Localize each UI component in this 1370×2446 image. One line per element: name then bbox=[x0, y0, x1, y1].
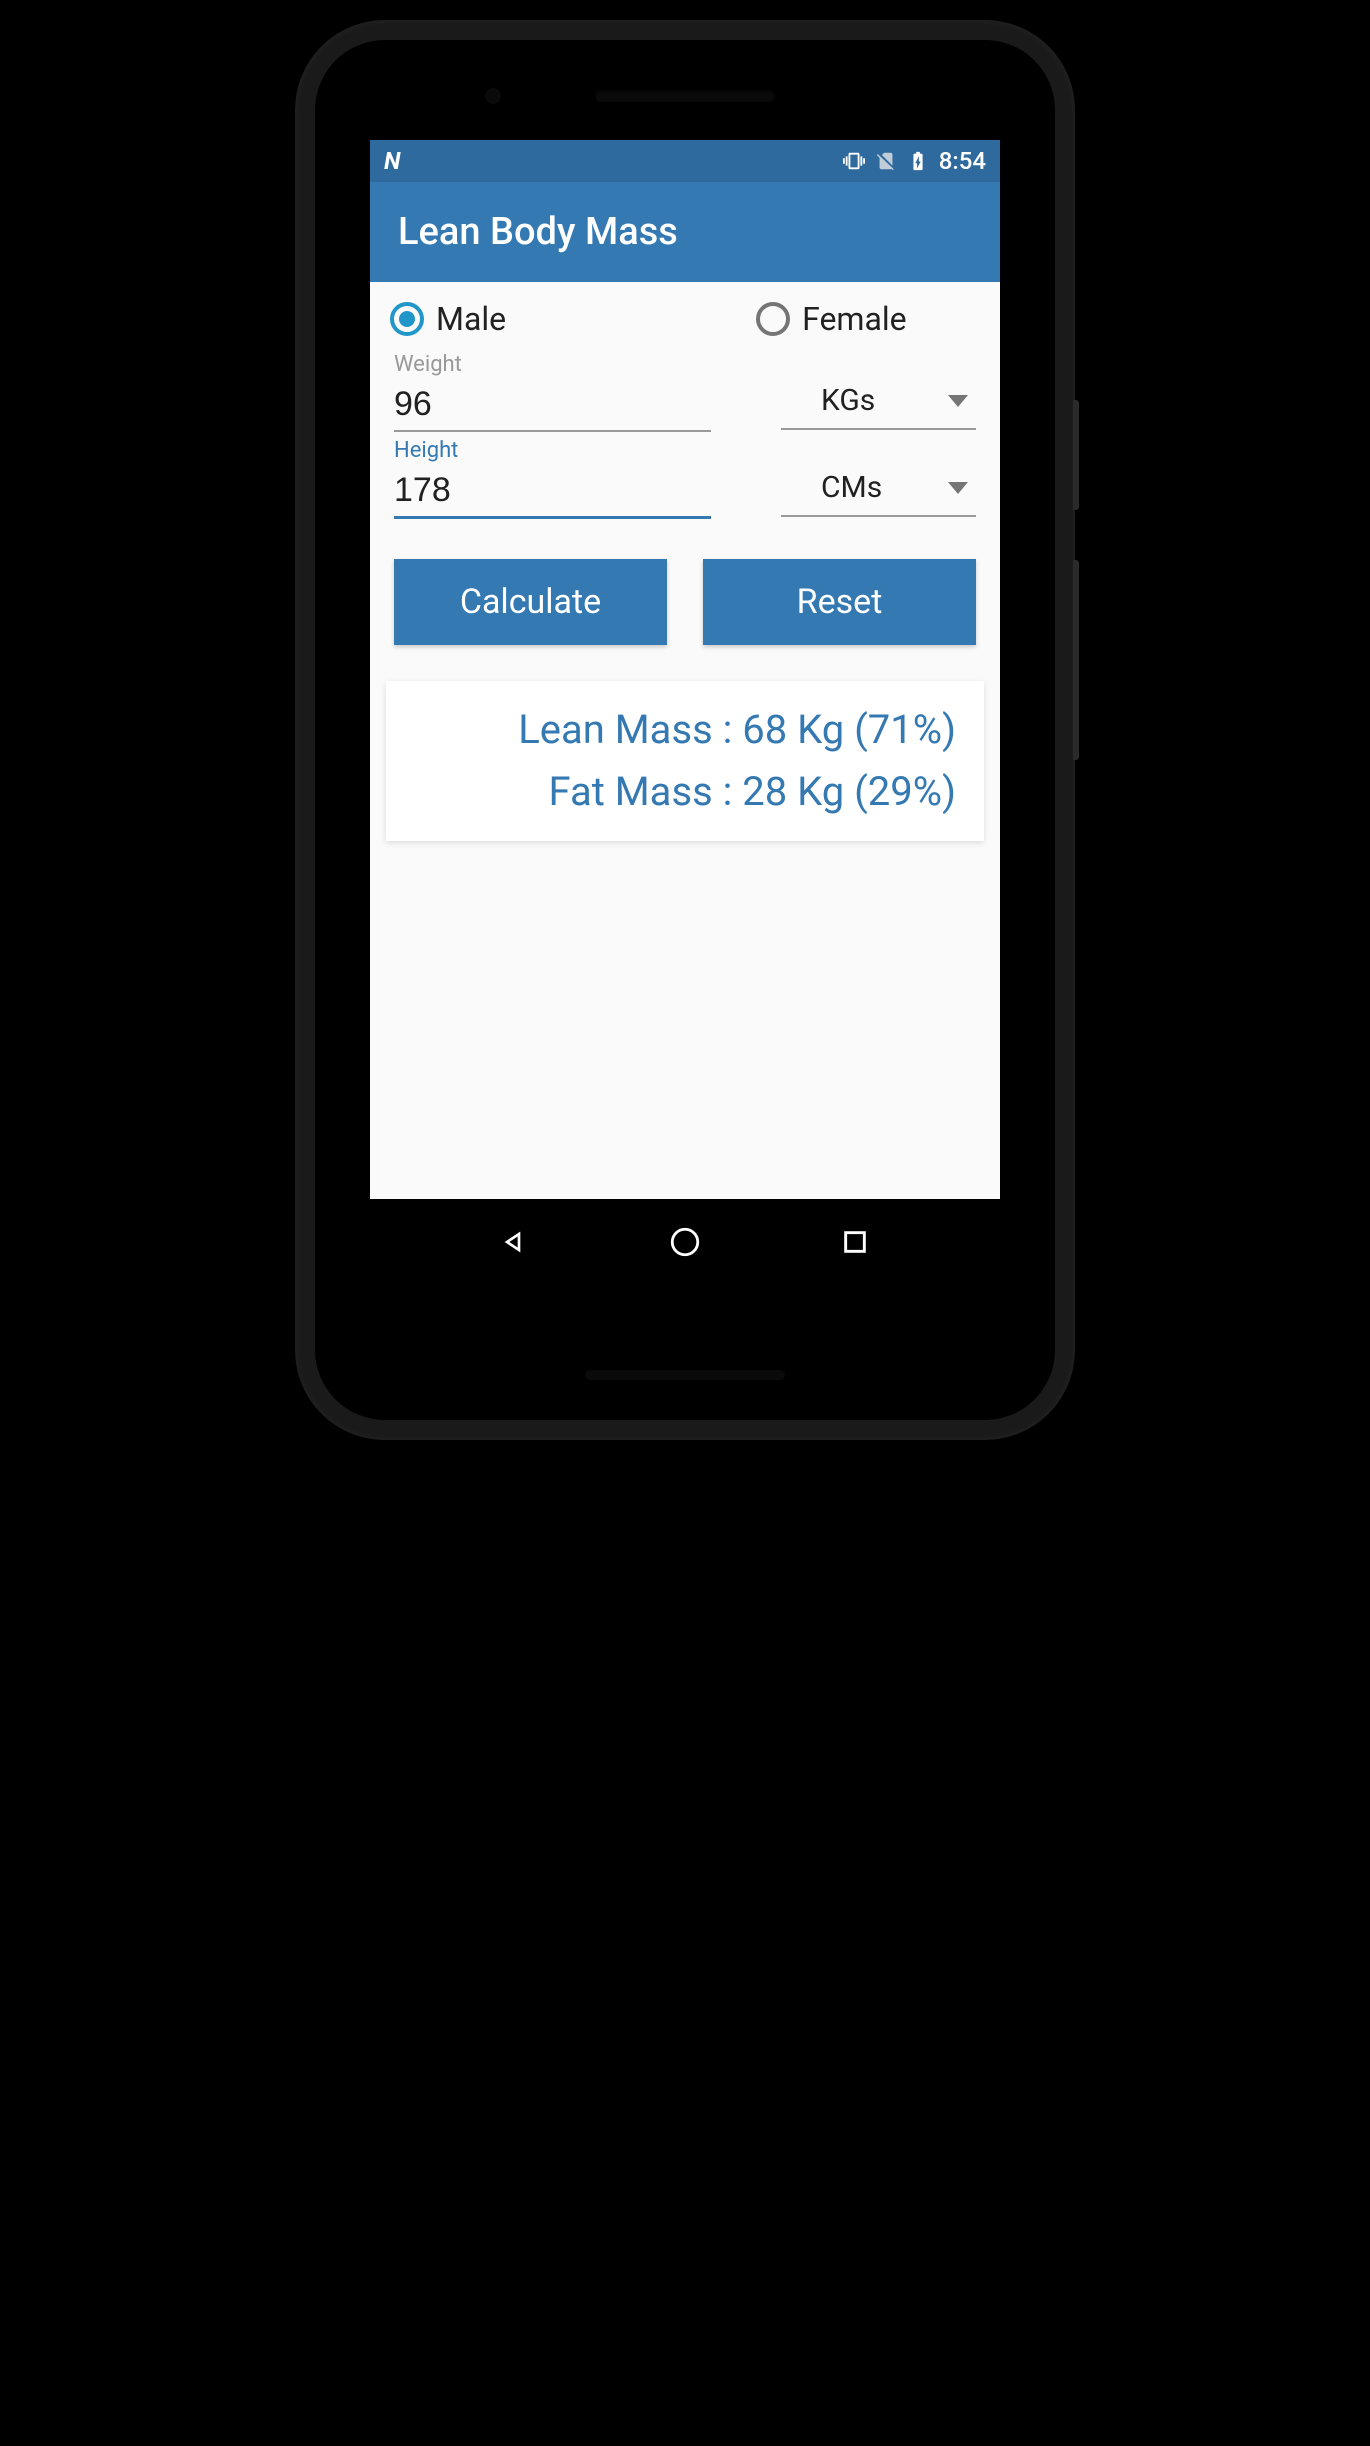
radio-selected-icon bbox=[390, 302, 424, 336]
nav-home-button[interactable] bbox=[666, 1223, 704, 1261]
app-title: Lean Body Mass bbox=[398, 210, 678, 254]
android-n-icon: N bbox=[384, 147, 400, 175]
content-area: Male Female Weight KGs bbox=[370, 282, 1000, 859]
height-unit-dropdown[interactable]: CMs bbox=[781, 464, 976, 517]
weight-input[interactable] bbox=[394, 379, 711, 432]
weight-row: Weight KGs bbox=[386, 352, 984, 432]
weight-unit-dropdown[interactable]: KGs bbox=[781, 377, 976, 430]
battery-charging-icon bbox=[907, 150, 929, 172]
button-row: Calculate Reset bbox=[386, 559, 984, 645]
nav-back-button[interactable] bbox=[496, 1223, 534, 1261]
phone-camera bbox=[485, 88, 501, 104]
vibrate-icon bbox=[843, 150, 865, 172]
height-label: Height bbox=[394, 438, 711, 463]
status-bar: N 8:54 bbox=[370, 140, 1000, 182]
radio-male-label: Male bbox=[436, 300, 506, 338]
height-input[interactable] bbox=[394, 465, 711, 519]
fat-mass-result: Fat Mass : 28 Kg (29%) bbox=[414, 761, 956, 823]
radio-male[interactable]: Male bbox=[390, 300, 506, 338]
gender-radio-group: Male Female bbox=[386, 300, 984, 346]
app-bar: Lean Body Mass bbox=[370, 182, 1000, 282]
no-sim-icon bbox=[875, 150, 897, 172]
phone-side-button bbox=[1073, 400, 1079, 510]
radio-female-label: Female bbox=[802, 300, 907, 338]
status-time: 8:54 bbox=[939, 147, 986, 175]
lean-mass-result: Lean Mass : 68 Kg (71%) bbox=[414, 699, 956, 761]
reset-button[interactable]: Reset bbox=[703, 559, 976, 645]
results-card: Lean Mass : 68 Kg (71%) Fat Mass : 28 Kg… bbox=[386, 681, 984, 841]
weight-label: Weight bbox=[394, 352, 711, 377]
android-nav-bar bbox=[370, 1199, 1000, 1285]
height-unit-value: CMs bbox=[821, 470, 882, 505]
radio-female[interactable]: Female bbox=[756, 300, 907, 338]
calculate-button[interactable]: Calculate bbox=[394, 559, 667, 645]
phone-bottom-speaker bbox=[585, 1370, 785, 1380]
nav-recent-button[interactable] bbox=[836, 1223, 874, 1261]
phone-frame: N 8:54 Lean Body Mass bbox=[295, 20, 1075, 1440]
weight-unit-value: KGs bbox=[821, 383, 875, 418]
phone-side-button bbox=[1073, 560, 1079, 760]
height-row: Height CMs bbox=[386, 438, 984, 519]
weight-field[interactable]: Weight bbox=[394, 352, 711, 432]
screen: N 8:54 Lean Body Mass bbox=[370, 140, 1000, 1285]
phone-speaker bbox=[595, 90, 775, 102]
height-field[interactable]: Height bbox=[394, 438, 711, 519]
chevron-down-icon bbox=[948, 395, 968, 407]
radio-unselected-icon bbox=[756, 302, 790, 336]
chevron-down-icon bbox=[948, 482, 968, 494]
